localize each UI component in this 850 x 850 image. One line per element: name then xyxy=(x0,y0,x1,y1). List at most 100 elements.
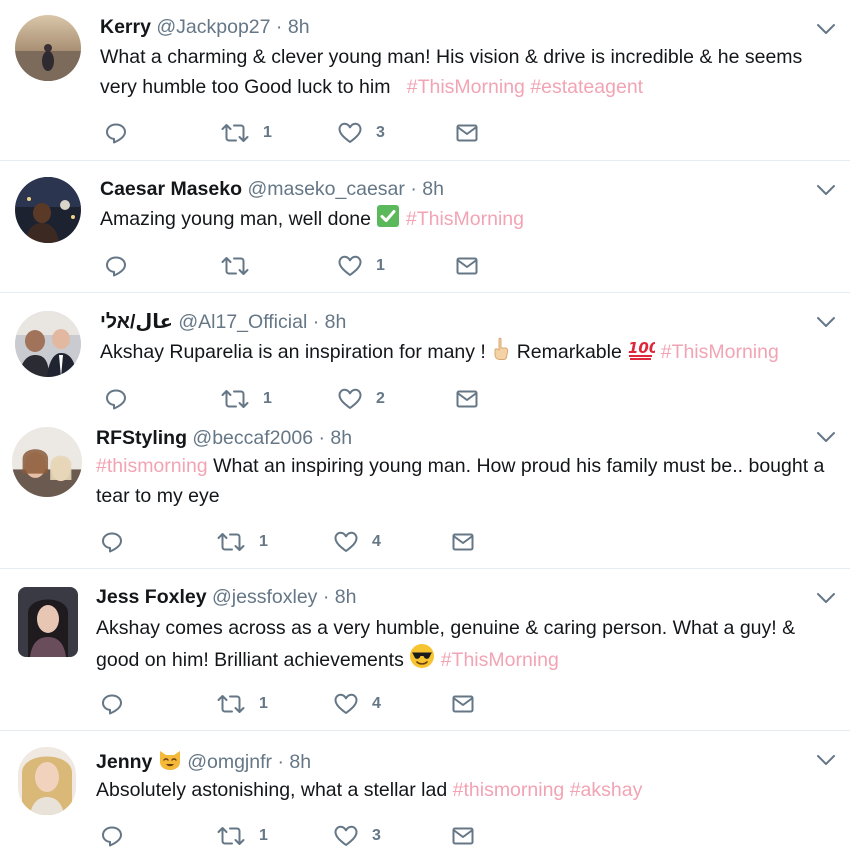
tweet[interactable]: عال/אלי @Al17_Official · 8h Akshay Rupar… xyxy=(0,293,850,413)
display-name[interactable]: Jess Foxley xyxy=(96,586,207,608)
retweet-button[interactable]: 1 xyxy=(221,384,272,414)
like-count: 1 xyxy=(376,257,385,274)
timestamp[interactable]: 8h xyxy=(325,311,347,333)
avatar[interactable] xyxy=(15,177,81,243)
tweet[interactable]: Jenny @omgjnfr · 8h Absolutely astonishi… xyxy=(0,731,850,850)
reply-button[interactable] xyxy=(101,527,123,557)
retweet-icon xyxy=(221,257,249,275)
chevron-down-icon[interactable] xyxy=(816,315,836,329)
retweet-button[interactable]: 1 xyxy=(221,118,272,148)
timestamp[interactable]: 8h xyxy=(288,16,310,38)
like-button[interactable]: 2 xyxy=(338,384,385,414)
retweet-button[interactable] xyxy=(221,251,263,281)
tweet-text: Akshay comes across as a very humble, ge… xyxy=(96,613,840,678)
display-name[interactable]: RFStyling xyxy=(96,427,187,449)
like-button[interactable]: 1 xyxy=(338,251,385,281)
reply-icon xyxy=(102,826,122,847)
display-name[interactable]: Jenny xyxy=(96,751,152,773)
hashtag-link[interactable]: #ThisMorning xyxy=(661,341,779,363)
direct-message-button[interactable] xyxy=(456,251,478,281)
avatar[interactable] xyxy=(12,427,82,497)
retweet-count: 1 xyxy=(259,695,268,712)
like-button[interactable]: 4 xyxy=(334,527,381,557)
like-button[interactable]: 3 xyxy=(338,118,385,148)
timestamp[interactable]: 8h xyxy=(289,751,311,773)
display-name[interactable]: Caesar Maseko xyxy=(100,178,242,200)
user-handle[interactable]: @beccaf2006 xyxy=(192,427,313,449)
reply-button[interactable] xyxy=(105,251,127,281)
direct-message-button[interactable] xyxy=(452,689,474,719)
like-button[interactable]: 3 xyxy=(334,821,381,850)
direct-message-button[interactable] xyxy=(456,384,478,414)
timestamp[interactable]: 8h xyxy=(335,586,357,608)
direct-message-icon xyxy=(452,695,474,713)
sunglasses-emoji-icon xyxy=(409,643,435,678)
hashtag-link[interactable]: #thismorning xyxy=(453,779,565,801)
direct-message-icon xyxy=(456,390,478,408)
chevron-down-icon[interactable] xyxy=(816,430,836,444)
retweet-button[interactable]: 1 xyxy=(217,689,268,719)
avatar[interactable] xyxy=(18,587,78,657)
like-count: 3 xyxy=(376,124,385,141)
tweet-text-content: Akshay Ruparelia is an inspiration for m… xyxy=(100,341,486,363)
chevron-down-icon[interactable] xyxy=(816,22,836,36)
hashtag-link[interactable]: #thismorning xyxy=(96,455,208,477)
tweet-header: RFStyling @beccaf2006 · 8h xyxy=(96,427,352,449)
tweet-text: Akshay Ruparelia is an inspiration for m… xyxy=(100,337,840,370)
like-icon xyxy=(334,531,358,552)
timestamp[interactable]: 8h xyxy=(330,427,352,449)
like-button[interactable]: 4 xyxy=(334,689,381,719)
tweet-header: Caesar Maseko @maseko_caesar · 8h xyxy=(100,178,444,200)
reply-button[interactable] xyxy=(105,118,127,148)
retweet-button[interactable]: 1 xyxy=(217,821,268,850)
reply-button[interactable] xyxy=(101,689,123,719)
like-icon xyxy=(334,825,358,846)
timestamp[interactable]: 8h xyxy=(422,178,444,200)
tweet-actions: 1 xyxy=(105,251,505,281)
retweet-count: 1 xyxy=(259,533,268,550)
chevron-down-icon[interactable] xyxy=(816,183,836,197)
retweet-icon xyxy=(217,827,245,845)
avatar[interactable] xyxy=(18,747,76,815)
hashtag-link[interactable]: #ThisMorning xyxy=(407,76,525,98)
reply-button[interactable] xyxy=(101,821,123,850)
tweet-text: Absolutely astonishing, what a stellar l… xyxy=(96,775,840,805)
display-name[interactable]: Kerry xyxy=(100,16,151,38)
user-handle[interactable]: @Jackpop27 xyxy=(156,16,270,38)
chevron-down-icon[interactable] xyxy=(816,591,836,605)
like-icon xyxy=(338,255,362,276)
tweet[interactable]: Jess Foxley @jessfoxley · 8h Akshay come… xyxy=(0,569,850,730)
direct-message-button[interactable] xyxy=(452,821,474,850)
hashtag-link[interactable]: #ThisMorning xyxy=(441,649,559,671)
tweet[interactable]: RFStyling @beccaf2006 · 8h #thismorning … xyxy=(0,413,850,568)
display-name[interactable]: عال/אלי xyxy=(100,311,173,333)
like-icon xyxy=(334,693,358,714)
reply-icon xyxy=(102,694,122,715)
retweet-button[interactable]: 1 xyxy=(217,527,268,557)
hashtag-link[interactable]: #akshay xyxy=(570,779,643,801)
direct-message-button[interactable] xyxy=(452,527,474,557)
separator-dot: · xyxy=(312,311,320,333)
like-count: 2 xyxy=(376,390,385,407)
avatar[interactable] xyxy=(15,15,81,81)
tweet[interactable]: Kerry @Jackpop27 · 8h What a charming & … xyxy=(0,0,850,160)
tweet-header: Jenny @omgjnfr · 8h xyxy=(96,749,311,776)
avatar[interactable] xyxy=(15,311,81,377)
user-handle[interactable]: @Al17_Official xyxy=(178,311,307,333)
hashtag-link[interactable]: #estateagent xyxy=(530,76,643,98)
tweet-text: Amazing young man, well done #ThisMornin… xyxy=(100,204,840,237)
retweet-count: 1 xyxy=(259,827,268,844)
tweet[interactable]: Caesar Maseko @maseko_caesar · 8h Amazin… xyxy=(0,161,850,292)
hashtag-link[interactable]: #ThisMorning xyxy=(406,208,524,230)
user-handle[interactable]: @jessfoxley xyxy=(212,586,317,608)
separator-dot: · xyxy=(322,586,330,608)
user-handle[interactable]: @omgjnfr xyxy=(187,751,272,773)
check-mark-emoji-icon xyxy=(376,204,400,237)
separator-dot: · xyxy=(318,427,325,449)
chevron-down-icon[interactable] xyxy=(816,753,836,767)
tweet-actions: 1 4 xyxy=(101,689,501,719)
direct-message-icon xyxy=(456,124,478,142)
reply-button[interactable] xyxy=(105,384,127,414)
direct-message-button[interactable] xyxy=(456,118,478,148)
user-handle[interactable]: @maseko_caesar xyxy=(247,178,404,200)
